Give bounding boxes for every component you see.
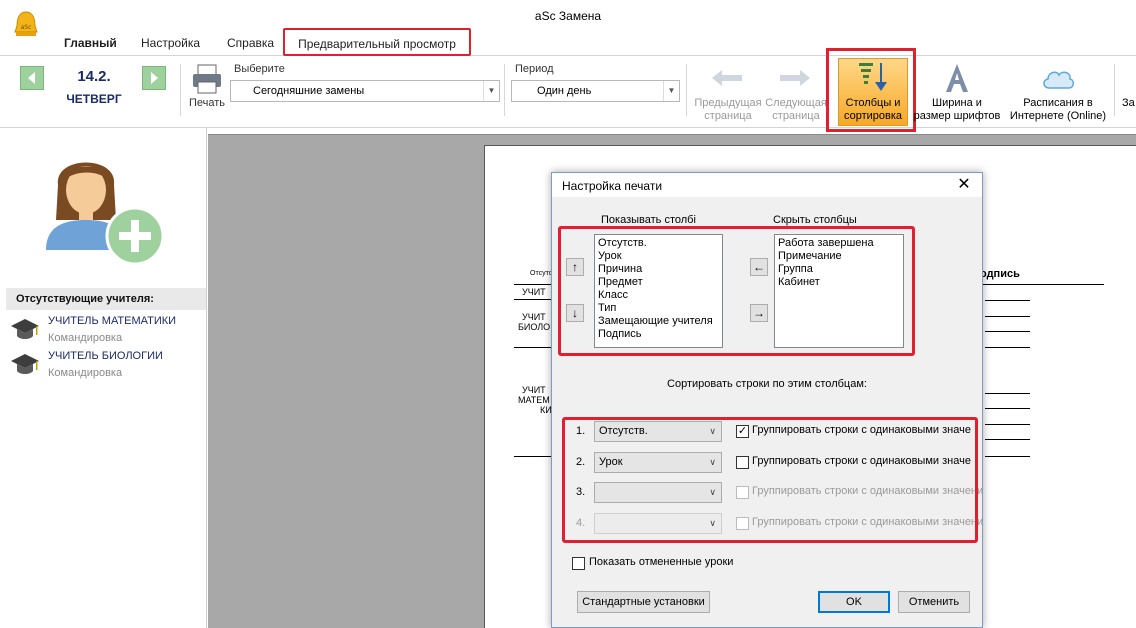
paper-line <box>514 347 554 348</box>
dialog-title: Настройка печати <box>562 179 663 193</box>
paper-line <box>985 424 1030 425</box>
arrow-right-icon <box>780 70 810 86</box>
show-cancelled-label: Показать отмененные уроки <box>589 556 734 568</box>
printer-icon[interactable] <box>190 62 224 96</box>
graduation-cap-icon <box>11 354 39 374</box>
dialog-titlebar: Настройка печати ✕ <box>552 173 982 197</box>
paper-line <box>985 347 1030 348</box>
print-button[interactable]: Печать <box>189 97 225 109</box>
title-bar: aSc Замена <box>0 0 1136 32</box>
paper-row-text: УЧИТ <box>522 385 546 395</box>
paper-line <box>985 439 1030 440</box>
tab-settings[interactable]: Настройка <box>141 36 200 50</box>
period-label: Период <box>515 63 554 75</box>
font-letter-a-icon <box>946 64 968 92</box>
graduation-cap-icon <box>11 319 39 339</box>
separator <box>180 64 181 116</box>
online-line1: Расписания в <box>1023 97 1093 109</box>
period-combobox[interactable]: Один день ▼ <box>511 80 680 102</box>
add-teacher-avatar-icon[interactable] <box>36 140 166 268</box>
select-combobox[interactable]: Сегодняшние замены ▼ <box>230 80 500 102</box>
paper-row-text: МАТЕМ <box>518 395 550 405</box>
prev-day-button[interactable] <box>20 66 44 90</box>
paper-row-text: УЧИТ <box>522 287 546 297</box>
teacher-name[interactable]: УЧИТЕЛЬ БИОЛОГИИ <box>48 350 163 362</box>
prev-page-button[interactable]: Предыдущая страница <box>690 97 766 123</box>
next-day-button[interactable] <box>142 66 166 90</box>
highlight-frame <box>826 48 916 132</box>
online-line2: Интернете (Online) <box>1009 110 1107 122</box>
select-label: Выберите <box>234 63 285 75</box>
date-label: 14.2. <box>77 68 111 85</box>
weekday-label: ЧЕТВЕРГ <box>66 92 122 106</box>
paper-line <box>985 316 1030 317</box>
period-value: Один день <box>537 85 592 97</box>
tab-help[interactable]: Справка <box>227 36 274 50</box>
svg-text:aSc: aSc <box>21 24 32 31</box>
absence-reason: Командировка <box>48 367 123 379</box>
paper-row-text: КИ <box>540 405 552 415</box>
cloud-icon <box>1043 71 1074 89</box>
highlight-frame <box>562 417 978 543</box>
paper-line <box>985 393 1030 394</box>
next-page-line1: Следующая <box>765 97 827 109</box>
close-icon[interactable]: ✕ <box>954 175 974 195</box>
paper-line <box>514 456 554 457</box>
font-width-line1: Ширина и <box>932 97 982 109</box>
paper-row-text: УЧИТ <box>522 312 546 322</box>
prev-page-line1: Предыдущая <box>694 97 762 109</box>
prev-page-line2: страница <box>704 110 752 122</box>
show-columns-label: Показывать столбі <box>601 214 696 226</box>
paper-row-text: БИОЛО <box>518 322 551 332</box>
arrow-left-icon <box>712 70 742 86</box>
separator <box>1114 64 1115 116</box>
paper-line <box>985 408 1030 409</box>
online-schedule-button[interactable]: Расписания в Интернете (Online) <box>1004 97 1112 123</box>
tab-preview[interactable]: Предварительный просмотр <box>283 28 471 56</box>
absent-teachers-header: Отсутствующие учителя: <box>6 288 206 310</box>
teacher-name[interactable]: УЧИТЕЛЬ МАТЕМАТИКИ <box>48 315 176 327</box>
arrow-right-icon <box>151 72 158 84</box>
absence-reason: Командировка <box>48 332 123 344</box>
paper-line <box>985 456 1030 457</box>
next-page-line2: страница <box>772 110 820 122</box>
hide-columns-label: Скрыть столбцы <box>773 214 857 226</box>
show-cancelled-checkbox[interactable] <box>572 557 585 570</box>
cancel-button[interactable]: Отменить <box>898 591 970 613</box>
bell-logo-icon[interactable]: aSc <box>12 10 40 40</box>
cut-off-button[interactable]: За <box>1122 97 1136 110</box>
app-title: aSc Замена <box>534 9 602 23</box>
chevron-down-icon: ▼ <box>483 81 499 101</box>
next-page-button[interactable]: Следующая страница <box>764 97 828 123</box>
paper-col-absent: Отсутс <box>530 270 553 277</box>
arrow-left-icon <box>28 72 35 84</box>
separator <box>686 64 687 116</box>
highlight-frame <box>558 226 915 356</box>
ok-button[interactable]: OK <box>818 591 890 613</box>
font-width-button[interactable]: Ширина и размер шрифтов <box>908 97 1006 123</box>
tab-main[interactable]: Главный <box>64 36 117 50</box>
defaults-button[interactable]: Стандартные установки <box>577 591 710 613</box>
paper-line <box>985 300 1030 301</box>
print-settings-dialog: Настройка печати ✕ Показывать столбі Скр… <box>551 172 983 628</box>
paper-line <box>514 299 554 300</box>
sort-label: Сортировать строки по этим столбцам: <box>667 378 867 390</box>
select-value: Сегодняшние замены <box>253 85 365 97</box>
font-width-line2: размер шрифтов <box>913 110 1001 122</box>
paper-line <box>985 331 1030 332</box>
chevron-down-icon: ▼ <box>663 81 679 101</box>
separator <box>504 64 505 116</box>
paper-col-sign: одпись <box>980 268 1020 280</box>
